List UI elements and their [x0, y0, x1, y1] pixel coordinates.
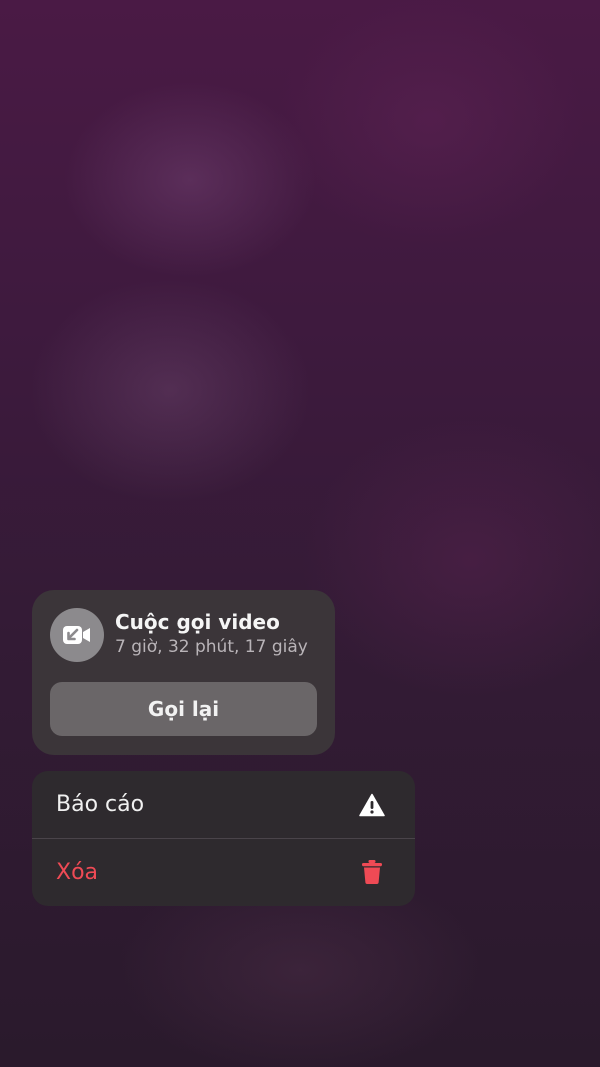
- call-info-card: Cuộc gọi video 7 giờ, 32 phút, 17 giây G…: [32, 590, 335, 755]
- video-call-incoming-icon: [50, 608, 104, 662]
- call-title: Cuộc gọi video: [115, 610, 280, 634]
- menu-item-delete[interactable]: Xóa: [32, 838, 415, 905]
- screen-background: Cuộc gọi video 7 giờ, 32 phút, 17 giây G…: [0, 0, 600, 1067]
- callback-button[interactable]: Gọi lại: [50, 682, 317, 736]
- call-duration: 7 giờ, 32 phút, 17 giây: [115, 637, 308, 657]
- trash-icon: [359, 859, 385, 885]
- delete-label: Xóa: [56, 859, 99, 885]
- warning-icon: [359, 792, 385, 818]
- report-label: Báo cáo: [56, 792, 145, 817]
- action-menu: Báo cáo Xóa: [32, 771, 415, 906]
- menu-item-report[interactable]: Báo cáo: [32, 771, 415, 838]
